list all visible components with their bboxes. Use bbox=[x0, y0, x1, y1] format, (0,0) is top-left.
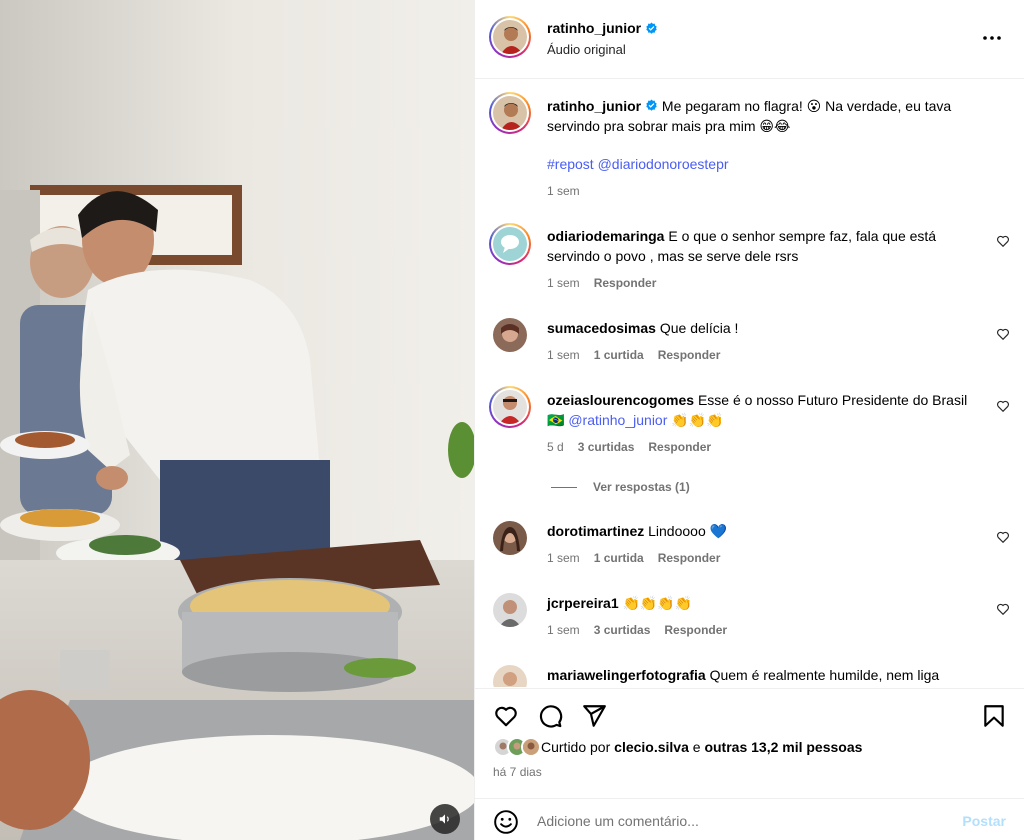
comment-meta: 1 sem Responder bbox=[547, 276, 656, 290]
author-username-text[interactable]: ratinho_junior bbox=[547, 20, 641, 36]
speaker-icon bbox=[439, 814, 449, 824]
comment-text: dorotimartinez Lindoooo 💙 bbox=[547, 521, 977, 541]
user-photo bbox=[493, 593, 527, 627]
comment-meta: 1 sem 3 curtidas Responder bbox=[547, 623, 727, 637]
caption-meta: 1 sem bbox=[547, 184, 580, 198]
heart-icon[interactable] bbox=[996, 399, 1010, 413]
reply-button[interactable]: Responder bbox=[648, 440, 711, 454]
likes-prefix: Curtido por bbox=[541, 739, 611, 755]
audio-label[interactable]: Áudio original bbox=[547, 42, 626, 57]
likes-text[interactable]: Curtido por clecio.silva e outras 13,2 m… bbox=[541, 739, 862, 755]
likes-others[interactable]: outras 13,2 mil pessoas bbox=[704, 739, 862, 755]
comment-body: Lindoooo 💙 bbox=[648, 523, 728, 539]
share-icon[interactable] bbox=[581, 703, 607, 729]
user-photo bbox=[493, 665, 527, 687]
reply-button[interactable]: Responder bbox=[594, 276, 657, 290]
comment-avatar[interactable] bbox=[489, 386, 531, 428]
post-actions: Curtido por clecio.silva e outras 13,2 m… bbox=[475, 688, 1024, 788]
post-header: ratinho_junior Áudio original bbox=[475, 0, 1024, 79]
comment-avatar[interactable] bbox=[489, 223, 531, 265]
heart-icon[interactable] bbox=[996, 602, 1010, 616]
comment-time[interactable]: 1 sem bbox=[547, 623, 580, 637]
comment-emoji: 👏👏👏 bbox=[671, 412, 724, 428]
comment-avatar[interactable] bbox=[493, 593, 527, 627]
comment-body: Quem é realmente humilde, nem liga bbox=[709, 667, 940, 683]
comment-text: ozeiaslourencogomes Esse é o nosso Futur… bbox=[547, 390, 977, 430]
comment-username[interactable]: sumacedosimas bbox=[547, 320, 656, 336]
comment-input[interactable] bbox=[537, 809, 937, 833]
author-avatar[interactable] bbox=[489, 16, 531, 58]
comment-meta: 1 sem 1 curtida Responder bbox=[547, 551, 720, 565]
comment-username[interactable]: dorotimartinez bbox=[547, 523, 644, 539]
author-username[interactable]: ratinho_junior bbox=[547, 20, 658, 36]
comment-username[interactable]: ozeiaslourencogomes bbox=[547, 392, 694, 408]
comments-list[interactable]: ratinho_junior Me pegaram no flagra! 😮 N… bbox=[475, 80, 1024, 687]
divider-line bbox=[551, 486, 577, 488]
post-comment-button[interactable]: Postar bbox=[962, 813, 1006, 829]
comment-likes[interactable]: 3 curtidas bbox=[594, 623, 651, 637]
comment-likes[interactable]: 1 curtida bbox=[594, 348, 644, 362]
likes-first-user[interactable]: clecio.silva bbox=[614, 739, 689, 755]
comment-time[interactable]: 1 sem bbox=[547, 276, 580, 290]
comment-avatar[interactable] bbox=[493, 318, 527, 352]
speech-bubble-logo bbox=[493, 227, 527, 261]
post-video[interactable] bbox=[0, 0, 474, 840]
author-photo bbox=[493, 20, 527, 54]
caption-text: ratinho_junior Me pegaram no flagra! 😮 N… bbox=[547, 96, 977, 136]
heart-icon[interactable] bbox=[493, 703, 519, 729]
comment-body: 👏👏👏👏 bbox=[622, 595, 693, 611]
heart-icon[interactable] bbox=[996, 234, 1010, 248]
author-photo bbox=[493, 96, 527, 130]
comment-username[interactable]: mariawelingerfotografia bbox=[547, 667, 706, 683]
comment-text: sumacedosimas Que delícia ! bbox=[547, 318, 977, 338]
caption-username[interactable]: ratinho_junior bbox=[547, 98, 641, 114]
comment-likes[interactable]: 1 curtida bbox=[594, 551, 644, 565]
comment-text: odiariodemaringa E o que o senhor sempre… bbox=[547, 226, 977, 266]
user-photo bbox=[493, 318, 527, 352]
post-timestamp[interactable]: há 7 dias bbox=[493, 765, 542, 779]
comment-text: mariawelingerfotografia Quem é realmente… bbox=[547, 665, 977, 685]
post-details-panel: ratinho_junior Áudio original ratinho_ju… bbox=[474, 0, 1024, 840]
reply-button[interactable]: Responder bbox=[658, 551, 721, 565]
more-horizontal-icon[interactable] bbox=[980, 26, 1004, 50]
comment-username[interactable]: jcrpereira1 bbox=[547, 595, 619, 611]
comment-likes[interactable]: 3 curtidas bbox=[578, 440, 635, 454]
comment-body: Que delícia ! bbox=[659, 320, 739, 336]
likes-middle: e bbox=[692, 739, 701, 755]
comment-avatar[interactable] bbox=[493, 521, 527, 555]
view-replies-label[interactable]: Ver respostas (1) bbox=[593, 480, 690, 494]
comment-composer: Postar bbox=[475, 798, 1024, 840]
verified-badge-icon bbox=[646, 22, 657, 34]
liker-avatar bbox=[521, 737, 541, 757]
comment-avatar[interactable] bbox=[493, 665, 527, 687]
comment-mention[interactable]: @ratinho_junior bbox=[568, 412, 667, 428]
reply-button[interactable]: Responder bbox=[658, 348, 721, 362]
user-photo bbox=[493, 521, 527, 555]
heart-icon[interactable] bbox=[996, 530, 1010, 544]
comment-time[interactable]: 1 sem bbox=[547, 348, 580, 362]
caption-author-avatar[interactable] bbox=[489, 92, 531, 134]
comment-time[interactable]: 1 sem bbox=[547, 551, 580, 565]
user-photo bbox=[493, 390, 527, 424]
bookmark-icon[interactable] bbox=[981, 703, 1007, 729]
comment-icon[interactable] bbox=[537, 703, 563, 729]
view-replies-button[interactable]: Ver respostas (1) bbox=[551, 480, 690, 494]
emoji-icon[interactable] bbox=[493, 809, 519, 835]
heart-icon[interactable] bbox=[996, 327, 1010, 341]
likes-summary[interactable]: Curtido por clecio.silva e outras 13,2 m… bbox=[493, 737, 862, 757]
comment-meta: 1 sem 1 curtida Responder bbox=[547, 348, 720, 362]
video-frame-illustration bbox=[0, 0, 474, 840]
reply-button[interactable]: Responder bbox=[664, 623, 727, 637]
liker-avatars bbox=[493, 737, 541, 757]
caption-hashtags[interactable]: #repost @diariodonoroestepr bbox=[547, 154, 977, 174]
sound-toggle-button[interactable] bbox=[430, 804, 460, 834]
comment-text: jcrpereira1 👏👏👏👏 bbox=[547, 593, 977, 613]
comment-username[interactable]: odiariodemaringa bbox=[547, 228, 664, 244]
comment-time[interactable]: 5 d bbox=[547, 440, 564, 454]
comment-meta: 5 d 3 curtidas Responder bbox=[547, 440, 711, 454]
verified-badge-icon bbox=[646, 99, 657, 111]
caption-time[interactable]: 1 sem bbox=[547, 184, 580, 198]
